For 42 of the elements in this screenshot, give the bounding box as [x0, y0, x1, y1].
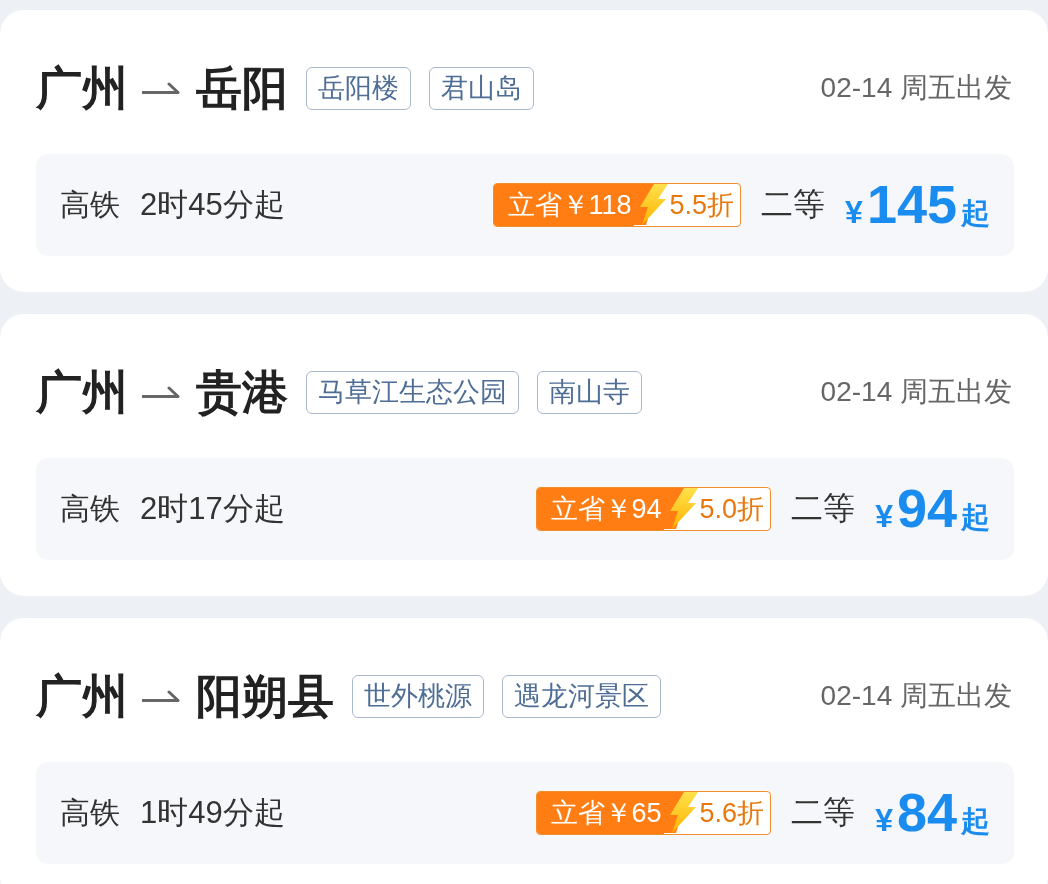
train-type: 高铁 — [60, 490, 120, 527]
price-amount: 145 — [866, 176, 957, 231]
travel-duration: 1时49分起 — [140, 794, 285, 832]
attraction-tag: 遇龙河景区 — [502, 674, 661, 718]
attraction-tag: 马草江生态公园 — [306, 370, 519, 414]
discount-rate: 5.6折 — [699, 797, 766, 830]
price-suffix: 起 — [961, 803, 990, 839]
train-type: 高铁 — [60, 186, 120, 223]
route-card[interactable]: 广州 岳阳 岳阳楼 君山岛 02-14 周五出发 高铁 2时45分起 立省￥118 5.5折 二等 ¥145起 — [0, 10, 1048, 292]
origin-city: 广州 — [36, 673, 128, 719]
price-suffix: 起 — [961, 195, 990, 231]
price-suffix: 起 — [961, 499, 990, 535]
train-type: 高铁 — [60, 794, 120, 831]
lightning-icon — [663, 488, 700, 529]
travel-duration: 2时17分起 — [140, 490, 285, 528]
attraction-tag: 南山寺 — [537, 370, 642, 414]
destination-city: 岳阳 — [196, 65, 288, 111]
travel-duration: 2时45分起 — [140, 186, 285, 224]
price-amount: 84 — [896, 784, 957, 839]
price-currency: ¥ — [845, 193, 863, 231]
seat-class: 二等 — [791, 489, 856, 528]
destination-city: 贵港 — [196, 369, 288, 415]
departure-date: 02-14 周五出发 — [820, 74, 1013, 102]
attraction-tag: 岳阳楼 — [306, 66, 411, 110]
lightning-icon — [633, 184, 670, 225]
seat-class: 二等 — [761, 185, 826, 224]
origin-city: 广州 — [36, 65, 128, 111]
origin-city: 广州 — [36, 369, 128, 415]
destination-city: 阳朔县 — [196, 673, 334, 719]
departure-date: 02-14 周五出发 — [820, 378, 1013, 406]
discount-rate: 5.5折 — [669, 189, 736, 222]
route-card[interactable]: 广州 阳朔县 世外桃源 遇龙河景区 02-14 周五出发 高铁 1时49分起 立省￥65 5.6折 二等 ¥84起 — [0, 618, 1048, 884]
price-currency: ¥ — [875, 801, 893, 839]
attraction-tag: 君山岛 — [429, 66, 534, 110]
price-currency: ¥ — [875, 497, 893, 535]
discount-rate: 5.0折 — [699, 493, 766, 526]
departure-date: 02-14 周五出发 — [820, 682, 1013, 710]
price-amount: 94 — [896, 480, 957, 535]
lightning-icon — [663, 792, 700, 833]
attraction-tag: 世外桃源 — [352, 674, 484, 718]
seat-class: 二等 — [791, 793, 856, 832]
route-card[interactable]: 广州 贵港 马草江生态公园 南山寺 02-14 周五出发 高铁 2时17分起 立省￥94 5.0折 二等 ¥94起 — [0, 314, 1048, 596]
